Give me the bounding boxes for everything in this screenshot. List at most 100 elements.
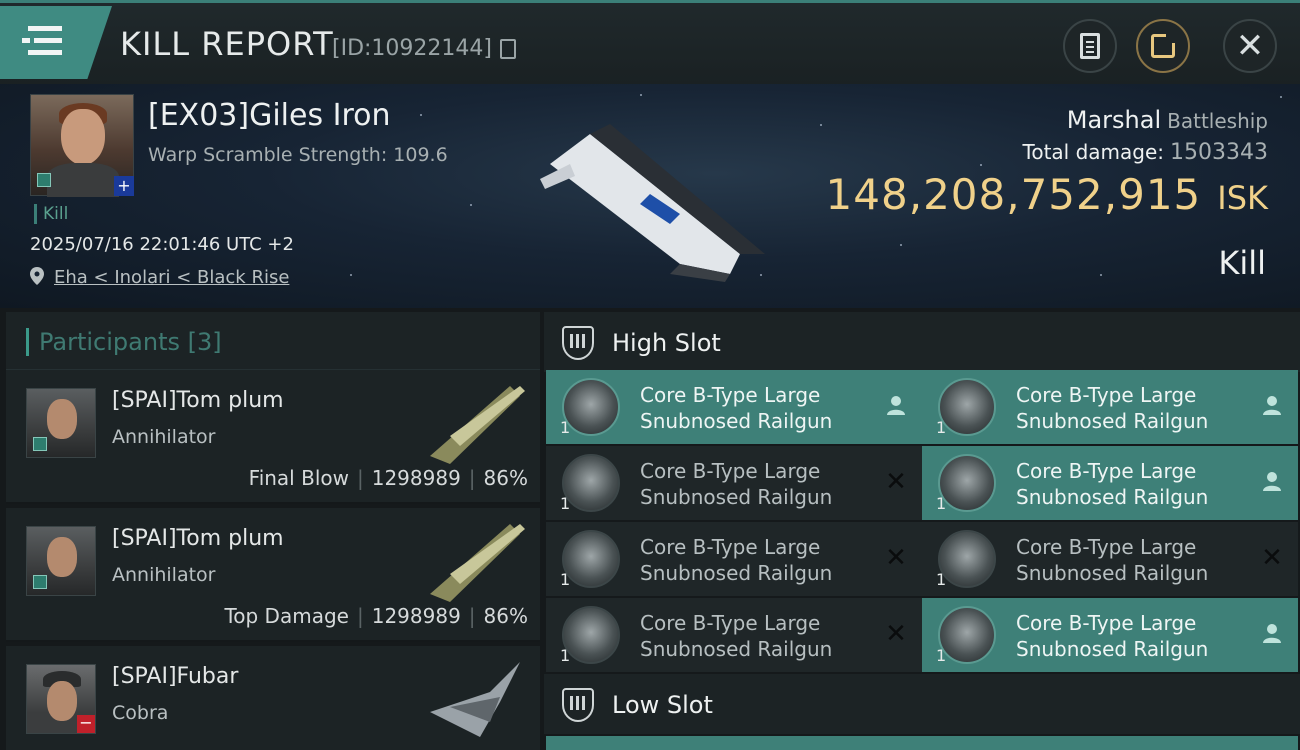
page-title: KILL REPORT	[120, 25, 334, 63]
participant-damage: 1298989	[371, 466, 461, 490]
railgun-icon	[938, 530, 996, 588]
isk-value-row: 148,208,752,915 ISK	[826, 170, 1268, 219]
minus-icon: −	[77, 715, 95, 733]
participant-row[interactable]: [SPAI]Tom plum Annihilator Top Damage | 12…	[6, 508, 540, 642]
isk-unit: ISK	[1217, 179, 1268, 217]
kill-id: [ID:10922144]	[332, 36, 492, 61]
module-name-line1: Core B-Type Large	[1016, 535, 1197, 559]
ship-type: Marshal Battleship	[1067, 106, 1268, 134]
document-icon	[1080, 33, 1100, 59]
copy-icon[interactable]	[500, 39, 516, 59]
ship-name[interactable]: Marshal	[1067, 106, 1161, 134]
x-icon: ✕	[885, 467, 907, 497]
participant-stats: Top Damage | 1298989 | 86%	[224, 604, 528, 628]
module-quantity: 1	[560, 494, 571, 513]
module-name: Core B-Type Large Snubnosed Railgun	[640, 534, 860, 586]
kill-report-header: KILL REPORT [ID:10922144] ✕	[0, 0, 1300, 84]
module-slot[interactable]: 1 Core B-Type Large Snubnosed Railgun ✕	[546, 598, 922, 672]
close-button[interactable]: ✕	[1223, 19, 1277, 73]
module-slot[interactable]: 1 Core B-Type Large Snubnosed Railgun	[546, 370, 922, 444]
module-quantity: 1	[936, 418, 947, 437]
module-name: Core B-Type Large Snubnosed Railgun	[640, 610, 860, 662]
module-slot[interactable]: 1 Core B-Type Large Snubnosed Railgun	[922, 446, 1298, 520]
participant-damage: 1298989	[371, 604, 461, 628]
module-name-line1: Core B-Type Large	[640, 459, 821, 483]
pin-icon	[30, 267, 44, 285]
participant-ship-image	[430, 662, 520, 737]
menu-icon	[28, 26, 62, 31]
module-name-line2: Snubnosed Railgun	[1016, 561, 1209, 585]
railgun-icon	[562, 378, 620, 436]
x-icon: ✕	[1261, 543, 1283, 573]
module-slot[interactable]: 1 Core B-Type Large Snubnosed Railgun	[922, 598, 1298, 672]
railgun-icon	[562, 530, 620, 588]
module-quantity: 1	[560, 418, 571, 437]
participant-avatar[interactable]	[26, 526, 96, 596]
participant-percent: 86%	[483, 604, 528, 628]
participant-ship: Annihilator	[112, 426, 216, 448]
module-name-line2: Snubnosed Railgun	[640, 637, 833, 661]
corp-icon	[33, 437, 47, 451]
module-quantity: 1	[936, 494, 947, 513]
module-name-line2: Snubnosed Railgun	[640, 485, 833, 509]
corp-icon	[37, 173, 51, 187]
menu-icon-line	[34, 38, 62, 43]
participants-panel: Participants [3] [SPAI]Tom plum Annihila…	[0, 308, 540, 750]
participant-name: [SPAI]Tom plum	[112, 526, 284, 551]
close-icon: ✕	[1235, 26, 1265, 66]
module-quantity: 1	[936, 646, 947, 665]
railgun-icon	[562, 606, 620, 664]
person-icon	[1260, 394, 1284, 418]
participant-ship-image	[430, 386, 525, 464]
kill-tag: Kill	[34, 204, 68, 224]
module-name-line2: Snubnosed Railgun	[640, 561, 833, 585]
high-slot-header: High Slot	[544, 312, 1300, 372]
menu-icon-dot	[22, 38, 30, 43]
module-name: Core B-Type Large Snubnosed Railgun	[1016, 610, 1236, 662]
participant-ship: Annihilator	[112, 564, 216, 586]
high-slot-title: High Slot	[612, 329, 721, 357]
participants-header: Participants [3]	[6, 312, 540, 370]
participant-avatar[interactable]: −	[26, 664, 96, 734]
module-name-line2: Snubnosed Railgun	[1016, 637, 1209, 661]
participant-stats: Final Blow | 1298989 | 86%	[248, 466, 528, 490]
module-name: Core B-Type Large Snubnosed Railgun	[1016, 534, 1236, 586]
module-name-line1: Core B-Type Large	[640, 535, 821, 559]
participant-name: [SPAI]Fubar	[112, 664, 239, 689]
module-slot[interactable]: 1 Core B-Type Large Snubnosed Railgun ✕	[922, 522, 1298, 596]
participant-row[interactable]: [SPAI]Tom plum Annihilator Final Blow | 12…	[6, 370, 540, 504]
module-name-line2: Snubnosed Railgun	[640, 409, 833, 433]
module-slot[interactable]	[922, 736, 1298, 750]
railgun-icon	[938, 454, 996, 512]
low-slot-title: Low Slot	[612, 691, 713, 719]
share-icon	[1151, 33, 1176, 58]
module-name-line1: Core B-Type Large	[1016, 383, 1197, 407]
module-slot[interactable]: 1 Core B-Type Large Snubnosed Railgun ✕	[546, 446, 922, 520]
module-name-line2: Snubnosed Railgun	[1016, 485, 1209, 509]
location-link[interactable]: Eha < Inolari < Black Rise	[54, 267, 289, 288]
person-icon	[1260, 470, 1284, 494]
participant-row[interactable]: − [SPAI]Fubar Cobra	[6, 646, 540, 750]
participant-avatar[interactable]	[26, 388, 96, 458]
menu-button[interactable]	[0, 6, 112, 79]
person-icon	[884, 394, 908, 418]
module-name: Core B-Type Large Snubnosed Railgun	[640, 382, 860, 434]
warp-scramble-strength: Warp Scramble Strength: 109.6	[148, 144, 448, 166]
share-button[interactable]	[1136, 19, 1190, 73]
module-slot[interactable]: 1 Core B-Type Large Snubnosed Railgun	[922, 370, 1298, 444]
module-slot[interactable]: 1 Core B-Type Large Snubnosed Railgun ✕	[546, 522, 922, 596]
x-icon: ✕	[885, 543, 907, 573]
kill-timestamp: 2025/07/16 22:01:46 UTC +2	[30, 234, 294, 255]
report-button[interactable]	[1063, 19, 1117, 73]
victim-banner: + [EX03]Giles Iron Warp Scramble Strengt…	[0, 84, 1300, 308]
total-damage-label: Total damage:	[1022, 140, 1165, 164]
module-slot[interactable]	[546, 736, 922, 750]
module-quantity: 1	[560, 646, 571, 665]
ship-class: Battleship	[1167, 109, 1268, 133]
railgun-icon	[938, 606, 996, 664]
victim-name[interactable]: [EX03]Giles Iron	[148, 98, 391, 133]
module-quantity: 1	[560, 570, 571, 589]
participant-ship: Cobra	[112, 702, 169, 724]
participant-name: [SPAI]Tom plum	[112, 388, 284, 413]
low-slot-header: Low Slot	[544, 674, 1300, 734]
